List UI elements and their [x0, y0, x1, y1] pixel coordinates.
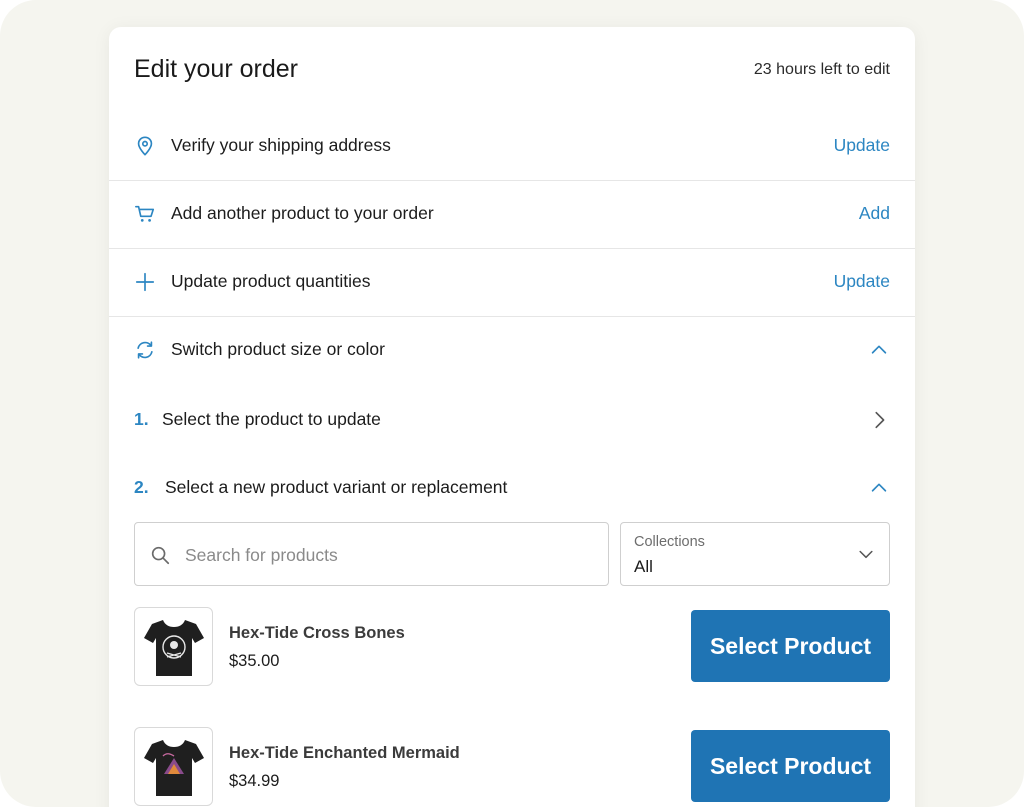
time-left-text: 23 hours left to edit [753, 61, 890, 78]
location-pin-icon [137, 136, 153, 156]
step-number: 2. [134, 477, 149, 497]
step-label: Select a new product variant or replacem… [165, 477, 508, 497]
chevron-up-icon[interactable] [868, 339, 890, 361]
product-name: Hex-Tide Cross Bones [229, 624, 405, 642]
chevron-right-icon [875, 411, 885, 429]
product-item: Hex-Tide Enchanted Mermaid $34.99 Select… [134, 727, 890, 807]
product-price: $34.99 [229, 772, 280, 790]
add-product-label: Add another product to your order [171, 203, 434, 223]
step-label: Select the product to update [162, 409, 381, 429]
card-header: Edit your order 23 hours left to edit [109, 27, 915, 113]
update-quantities-label: Update product quantities [171, 271, 371, 291]
update-address-link[interactable]: Update [834, 135, 890, 156]
add-product-link[interactable]: Add [859, 203, 890, 224]
update-quantities-link[interactable]: Update [834, 271, 890, 292]
product-name: Hex-Tide Enchanted Mermaid [229, 744, 460, 762]
step-select-variant[interactable]: 2. Select a new product variant or repla… [134, 467, 890, 507]
select-product-button[interactable]: Select Product [691, 730, 890, 802]
collections-label: Collections [634, 534, 705, 550]
plus-icon [135, 272, 155, 292]
refresh-icon [137, 341, 153, 359]
switch-variant-row[interactable]: Switch product size or color [109, 317, 915, 385]
chevron-down-icon [859, 550, 873, 559]
collections-select[interactable]: Collections All [620, 522, 890, 586]
update-quantities-row[interactable]: Update product quantities Update [109, 249, 915, 317]
page-background: Edit your order 23 hours left to edit Ve… [0, 0, 1024, 807]
step-number: 1. [134, 409, 149, 429]
search-input[interactable] [183, 537, 597, 573]
page-title: Edit your order [134, 55, 298, 83]
chevron-up-icon[interactable] [868, 477, 890, 499]
search-box[interactable] [134, 522, 609, 586]
search-icon [151, 546, 170, 565]
select-product-button[interactable]: Select Product [691, 610, 890, 682]
cart-icon [135, 205, 155, 222]
product-item: Hex-Tide Cross Bones $35.00 Select Produ… [134, 607, 890, 687]
add-product-row[interactable]: Add another product to your order Add [109, 181, 915, 249]
collections-value: All [634, 557, 653, 576]
edit-order-card: Edit your order 23 hours left to edit Ve… [109, 27, 915, 807]
step-select-product[interactable]: 1. Select the product to update [134, 399, 890, 439]
tshirt-icon [143, 619, 204, 676]
switch-variant-label: Switch product size or color [171, 339, 385, 359]
product-price: $35.00 [229, 652, 280, 670]
product-image [134, 727, 213, 806]
verify-address-row[interactable]: Verify your shipping address Update [109, 113, 915, 181]
tshirt-icon [143, 739, 204, 796]
verify-address-label: Verify your shipping address [171, 135, 391, 155]
product-image [134, 607, 213, 686]
